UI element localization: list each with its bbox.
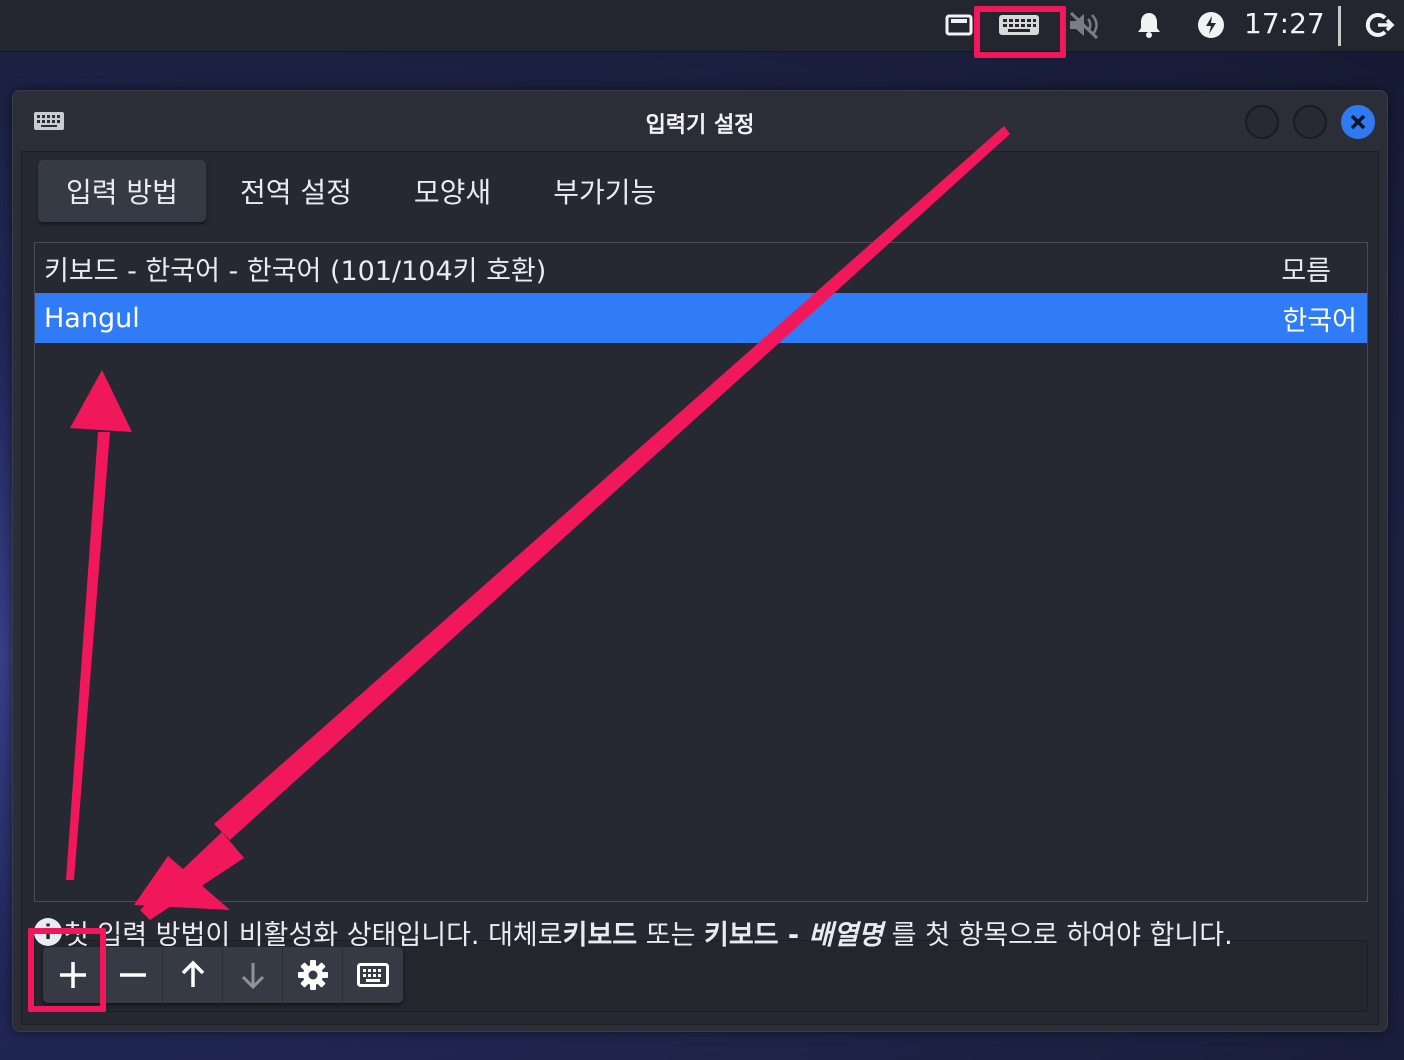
highlight-box-keyboard (974, 6, 1066, 58)
tab-addons[interactable]: 부가기능 (525, 160, 684, 222)
close-button[interactable] (1341, 105, 1375, 139)
input-method-list[interactable]: 키보드 - 한국어 - 한국어 (101/104키 호환) 모름 Hangul … (34, 242, 1368, 902)
list-item[interactable]: 키보드 - 한국어 - 한국어 (101/104키 호환) 모름 (35, 243, 1367, 293)
status-text: 또는 (637, 919, 705, 951)
keyboard-layout-icon (357, 963, 389, 987)
move-down-icon (241, 963, 264, 990)
dialog-title: 입력기 설정 (645, 113, 755, 138)
window-list-icon[interactable] (944, 10, 974, 40)
title-bar[interactable]: 입력기 설정 (13, 91, 1387, 151)
tab-input-method[interactable]: 입력 방법 (38, 160, 206, 222)
status-message: i 첫 입력 방법이 비활성화 상태입니다. 대체로 키보드 또는 키보드 - … (34, 912, 1374, 952)
speaker-muted-icon[interactable] (1066, 10, 1102, 40)
input-method-name: Hangul (44, 302, 140, 334)
keyboard-layout-button[interactable] (343, 947, 403, 1003)
close-icon (1350, 114, 1366, 130)
clock[interactable]: 17:27 (1244, 6, 1325, 42)
remove-icon (119, 973, 146, 977)
power-icon[interactable] (1196, 10, 1226, 40)
configure-icon (297, 960, 328, 990)
input-method-name: 키보드 - 한국어 - 한국어 (101/104키 호환) (44, 255, 547, 287)
tab-appearance[interactable]: 모양새 (386, 160, 519, 222)
input-method-language: 모름 (1281, 255, 1331, 287)
highlight-box-add (28, 928, 106, 1012)
status-text: 를 첫 항목으로 하여야 합니다. (883, 919, 1233, 951)
maximize-button[interactable] (1293, 105, 1327, 139)
top-panel: 17:27 (0, 0, 1404, 52)
move-up-button[interactable] (163, 947, 223, 1003)
configure-button[interactable] (283, 947, 343, 1003)
logout-icon[interactable] (1364, 10, 1396, 40)
status-bold-text: 키보드 (562, 919, 638, 951)
minimize-button[interactable] (1245, 105, 1279, 139)
status-text: 첫 입력 방법이 비활성화 상태입니다. 대체로 (64, 919, 563, 951)
remove-button[interactable] (103, 947, 163, 1003)
move-up-icon (181, 960, 204, 987)
tab-global-settings[interactable]: 전역 설정 (212, 160, 380, 222)
move-down-button[interactable] (223, 947, 283, 1003)
bell-icon[interactable] (1134, 10, 1164, 40)
list-item[interactable]: Hangul 한국어 (35, 293, 1367, 343)
tab-bar: 입력 방법 전역 설정 모양새 부가기능 (38, 160, 690, 224)
status-italic-text: 배열명 (808, 919, 884, 951)
panel-separator (1338, 6, 1341, 46)
input-method-settings-dialog: 입력기 설정 입력 방법 전역 설정 모양새 부가기능 키보드 - 한국어 - … (12, 90, 1388, 1032)
input-method-language: 한국어 (1282, 305, 1357, 337)
dialog-content: 입력 방법 전역 설정 모양새 부가기능 키보드 - 한국어 - 한국어 (10… (21, 151, 1379, 1025)
status-bold-text: 키보드 - (704, 919, 809, 951)
